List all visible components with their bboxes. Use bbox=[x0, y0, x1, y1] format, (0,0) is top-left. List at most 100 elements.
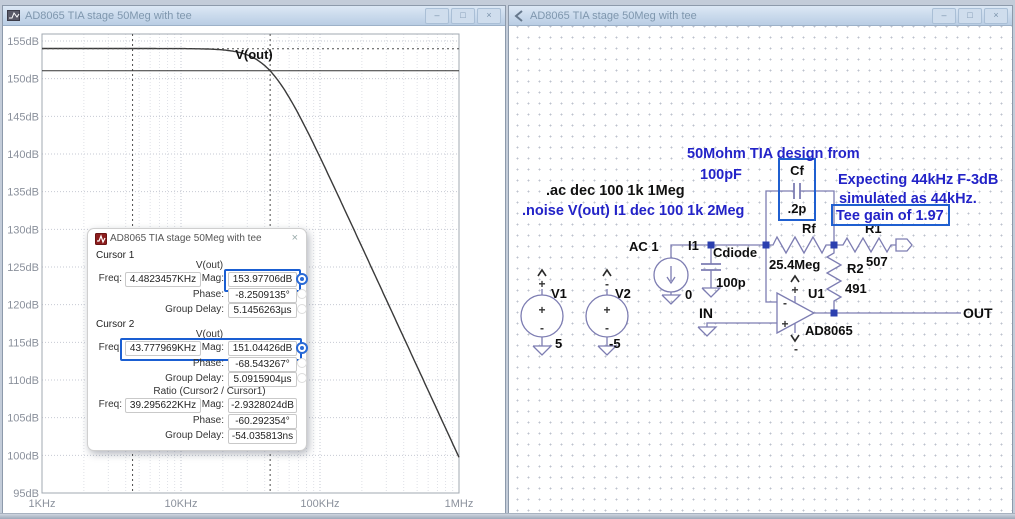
node-junction bbox=[831, 310, 838, 317]
opamp-u1[interactable]: - + + - U1 AD8065 bbox=[777, 276, 853, 356]
svg-text:+: + bbox=[603, 303, 610, 317]
y-axis-tick-label: 120dB bbox=[7, 300, 39, 312]
cf-name: Cf bbox=[790, 163, 804, 178]
y-axis-tick-label: 115dB bbox=[8, 337, 39, 349]
rf-name: Rf bbox=[802, 221, 816, 236]
plot-pane-titlebar[interactable]: AD8065 TIA stage 50Meg with tee – □ × bbox=[3, 6, 505, 26]
rf-value: 25.4Meg bbox=[769, 257, 820, 272]
node-junction bbox=[763, 242, 770, 249]
cursor2-mag-field[interactable]: 151.04426dB bbox=[228, 341, 297, 356]
cursor1-mag-field[interactable]: 153.97706dB bbox=[228, 272, 297, 287]
ltspice-window: AD8065 TIA stage 50Meg with tee – □ × 15… bbox=[0, 0, 1015, 519]
schematic-pane-titlebar[interactable]: AD8065 TIA stage 50Meg with tee – □ × bbox=[509, 6, 1012, 26]
schematic-canvas[interactable]: + - + V1 5 + - - V2 -5 bbox=[509, 26, 1012, 514]
cursor2-phase-radio[interactable] bbox=[297, 358, 307, 368]
y-axis-tick-label: 145dB bbox=[7, 111, 39, 123]
svg-text:-: - bbox=[605, 321, 609, 335]
cursor-dialog-title: AD8065 TIA stage 50Meg with tee bbox=[110, 233, 262, 244]
resistor-r1[interactable]: R1 507 bbox=[834, 221, 912, 269]
note-expect-line1: Expecting 44kHz F-3dB bbox=[838, 172, 998, 188]
v1-value: 5 bbox=[555, 336, 562, 351]
dialog-close-icon[interactable]: × bbox=[292, 232, 298, 244]
voltage-source-v1[interactable]: + - + V1 5 bbox=[521, 270, 567, 355]
minimize-button[interactable]: – bbox=[425, 8, 449, 24]
y-axis-tick-label: 100dB bbox=[7, 450, 39, 462]
x-axis-tick-label: 1KHz bbox=[29, 498, 56, 510]
cursor2-phase-field[interactable]: -68.543267° bbox=[228, 357, 297, 372]
group-delay-label: Group Delay: bbox=[144, 430, 224, 441]
voltage-source-v2[interactable]: + - - V2 -5 bbox=[586, 270, 631, 355]
group-delay-label: Group Delay: bbox=[144, 373, 224, 384]
ac-directive[interactable]: .ac dec 100 1k 1Meg bbox=[546, 183, 685, 199]
phase-label: Phase: bbox=[144, 358, 224, 369]
plot-title: V(out) bbox=[3, 47, 505, 62]
cdiode-value: 100p bbox=[716, 275, 746, 290]
resistor-rf[interactable]: Rf 25.4Meg bbox=[766, 221, 834, 272]
freq-label: Freq: bbox=[94, 273, 122, 284]
plot-area: 155dB150dB145dB140dB135dB130dB125dB120dB… bbox=[3, 26, 505, 514]
x-axis-tick-label: 10KHz bbox=[164, 498, 197, 510]
opamp-vminus-flag: - bbox=[794, 342, 798, 356]
capacitor-cf[interactable]: Cf .2p bbox=[779, 159, 815, 220]
i1-name: I1 bbox=[688, 238, 699, 253]
current-source-i1[interactable]: AC 1 I1 0 bbox=[629, 238, 699, 304]
i1-value: 0 bbox=[685, 287, 692, 302]
resistor-r2[interactable]: R2 491 bbox=[827, 245, 867, 313]
net-in[interactable]: IN bbox=[698, 305, 716, 336]
v1-name: V1 bbox=[551, 286, 567, 301]
ratio-header: Ratio (Cursor2 / Cursor1) bbox=[125, 386, 294, 397]
svg-text:-: - bbox=[783, 296, 787, 310]
y-axis-tick-label: 130dB bbox=[7, 224, 39, 236]
cursor2-group-delay-field[interactable]: 5.0915904µs bbox=[228, 372, 297, 387]
note-tee-gain: Tee gain of 1.97 bbox=[836, 208, 944, 224]
plot-pane-title: AD8065 TIA stage 50Meg with tee bbox=[25, 10, 192, 22]
svg-text:+: + bbox=[781, 317, 788, 331]
close-button[interactable]: × bbox=[477, 8, 501, 24]
note-design-line2: 100pF bbox=[700, 167, 742, 183]
waveform-window-icon bbox=[7, 9, 20, 22]
node-junction bbox=[708, 242, 715, 249]
plot-pane: AD8065 TIA stage 50Meg with tee – □ × 15… bbox=[2, 5, 506, 513]
in-net-label: IN bbox=[699, 305, 713, 321]
mag-label: Mag: bbox=[144, 399, 224, 410]
node-junction bbox=[831, 242, 838, 249]
ratio-phase-field[interactable]: -60.292354° bbox=[228, 414, 297, 429]
vplus-net-flag: + bbox=[538, 277, 545, 291]
i1-ac-value: AC 1 bbox=[629, 239, 659, 254]
cursor-dialog[interactable]: AD8065 TIA stage 50Meg with tee × Cursor… bbox=[87, 228, 307, 451]
cursor1-group-delay-radio[interactable] bbox=[297, 304, 307, 314]
ratio-group-delay-field[interactable]: -54.035813ns bbox=[228, 429, 297, 444]
y-axis-tick-label: 135dB bbox=[7, 187, 39, 199]
cursor2-trace: V(out) bbox=[125, 329, 294, 340]
out-net-label[interactable]: OUT bbox=[963, 305, 993, 321]
freq-label: Freq: bbox=[94, 399, 122, 410]
cursor1-phase-field[interactable]: -8.2509135° bbox=[228, 288, 297, 303]
cursor2-mag-radio[interactable] bbox=[296, 342, 308, 354]
r2-name: R2 bbox=[847, 261, 864, 276]
restore-button[interactable]: □ bbox=[451, 8, 475, 24]
phase-label: Phase: bbox=[144, 289, 224, 300]
r2-value: 491 bbox=[845, 281, 867, 296]
svg-text:-: - bbox=[540, 321, 544, 335]
group-delay-label: Group Delay: bbox=[144, 304, 224, 315]
phase-label: Phase: bbox=[144, 415, 224, 426]
y-axis-tick-label: 150dB bbox=[7, 74, 39, 86]
cursor1-phase-radio[interactable] bbox=[297, 289, 307, 299]
ratio-mag-field[interactable]: -2.9328024dB bbox=[228, 398, 297, 413]
x-axis-tick-label: 100KHz bbox=[300, 498, 339, 510]
y-axis-tick-label: 105dB bbox=[7, 413, 39, 425]
minimize-button[interactable]: – bbox=[932, 8, 956, 24]
cursor1-group-delay-field[interactable]: 5.1456263µs bbox=[228, 303, 297, 318]
r1-value: 507 bbox=[866, 254, 888, 269]
close-button[interactable]: × bbox=[984, 8, 1008, 24]
cursor1-mag-radio[interactable] bbox=[296, 273, 308, 285]
cdiode-name: Cdiode bbox=[713, 245, 757, 260]
cursor2-group-delay-radio[interactable] bbox=[297, 373, 307, 383]
v2-value: -5 bbox=[609, 336, 621, 351]
restore-button[interactable]: □ bbox=[958, 8, 982, 24]
noise-directive[interactable]: .noise V(out) I1 dec 100 1k 2Meg bbox=[522, 203, 744, 219]
x-axis-tick-label: 1MHz bbox=[445, 498, 474, 510]
cf-value: .2p bbox=[788, 201, 807, 216]
capacitor-cdiode[interactable]: Cdiode 100p bbox=[701, 245, 757, 297]
y-axis-tick-label: 110dB bbox=[8, 375, 39, 387]
